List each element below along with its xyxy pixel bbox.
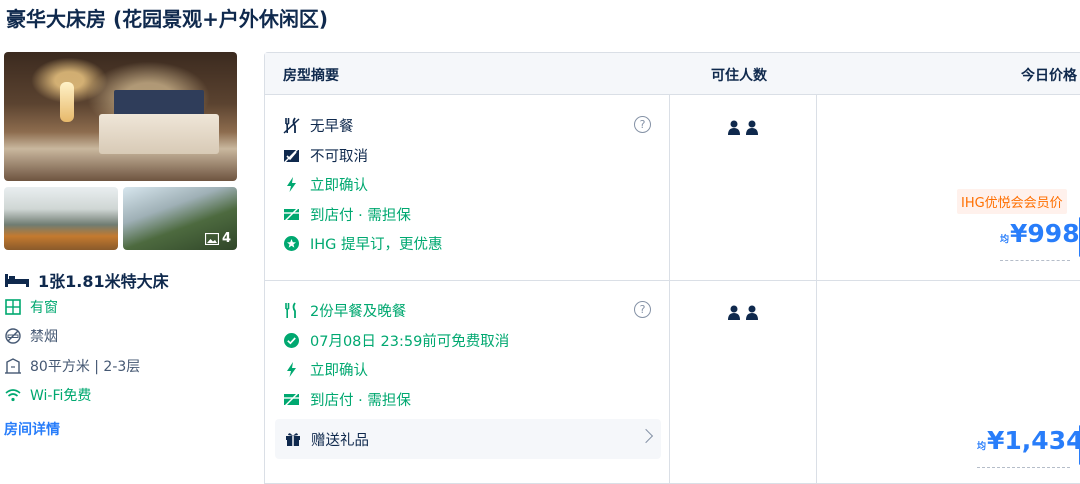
rate-item-label: 07月08日 23:59前可免费取消 (310, 334, 510, 350)
pay-at-hotel-icon (284, 392, 299, 407)
rate-item-label: 无早餐 (310, 119, 354, 135)
rate-item-label: 到店付 · 需担保 (310, 208, 411, 224)
room-details-link[interactable]: 房间详情 (4, 419, 60, 439)
rate-item-confirm: 立即确认 (283, 174, 368, 195)
price-prefix: 均 (977, 442, 987, 452)
photo-bed (99, 114, 219, 154)
table-header: 房型摘要 可住人数 今日价格 (265, 53, 1080, 95)
header-price: 今日价格 (1021, 68, 1077, 84)
check-circle-icon (284, 333, 299, 348)
feature-label: Wi-Fi免费 (30, 388, 92, 404)
gift-row[interactable]: 赠送礼品 (275, 419, 661, 459)
rate-item-label: 2份早餐及晚餐 (310, 304, 407, 320)
lightning-icon (287, 362, 296, 377)
rate-item-breakfast: 无早餐 (283, 115, 354, 136)
window-icon (5, 299, 21, 315)
bed-info: 1张1.81米特大床 (4, 268, 169, 292)
person-icon (728, 120, 740, 135)
room-photo-thumb-1[interactable] (4, 187, 118, 250)
feature-window: 有窗 (4, 297, 58, 317)
rate-item-label: 立即确认 (310, 363, 368, 379)
rate-item-promo: IHG 提早订，更优惠 (283, 233, 443, 254)
rate-item-label: 立即确认 (310, 178, 368, 194)
header-occupancy: 可住人数 (711, 68, 767, 84)
guest-capacity (727, 305, 759, 321)
rate-item-payment: 到店付 · 需担保 (283, 204, 411, 225)
person-icon (746, 305, 758, 320)
rate-item-label: 不可取消 (310, 149, 368, 165)
area-icon (5, 358, 21, 374)
rate-table: 房型摘要 可住人数 今日价格 无早餐 ? 不可取消 立即确认 到店付 · 需担保… (264, 52, 1080, 484)
feature-label: 禁烟 (30, 329, 58, 345)
guest-capacity (727, 120, 759, 136)
no-breakfast-icon (283, 117, 300, 134)
price-underline (977, 467, 1070, 468)
column-divider (669, 95, 670, 483)
rate-item-cancel: 07月08日 23:59前可免费取消 (283, 330, 509, 351)
price-prefix: 均 (1000, 235, 1010, 245)
feature-label: 80平方米 | 2-3层 (30, 359, 141, 375)
member-price-badge: IHG优悦会会员价 (957, 189, 1067, 214)
rate-item-label: 到店付 · 需担保 (310, 393, 411, 409)
photo-count-badge[interactable]: 4 (204, 231, 231, 246)
rate-item-breakfast: 2份早餐及晚餐 (283, 300, 406, 321)
price-amount: ¥1,434 (987, 426, 1080, 455)
rate-item-label: IHG 提早订，更优惠 (310, 237, 443, 253)
rate-item-cancel: 不可取消 (283, 145, 368, 166)
wifi-icon (5, 389, 21, 402)
price-underline (1000, 260, 1070, 261)
breakfast-icon (285, 302, 296, 318)
help-icon[interactable]: ? (634, 116, 651, 133)
bed-label: 1张1.81米特大床 (38, 272, 169, 291)
room-main-photo[interactable] (4, 52, 237, 181)
header-summary: 房型摘要 (283, 68, 339, 84)
price-row-1[interactable]: 均 ¥998 (1000, 219, 1080, 248)
photo-lamp (60, 82, 74, 122)
person-icon (728, 305, 740, 320)
lightning-icon (287, 177, 296, 192)
feature-wifi: Wi-Fi免费 (4, 385, 91, 405)
price-row-2[interactable]: 均 ¥1,434 (977, 426, 1080, 455)
room-title: 豪华大床房 (花园景观+户外休闲区) (6, 7, 329, 31)
star-badge-icon (284, 236, 299, 251)
column-divider (816, 95, 817, 483)
rate-item-confirm: 立即确认 (283, 359, 368, 380)
help-icon[interactable]: ? (634, 301, 651, 318)
no-smoking-icon (5, 328, 21, 344)
image-icon (204, 232, 219, 245)
bed-icon (5, 274, 29, 287)
gift-icon (286, 433, 300, 446)
rate-item-payment: 到店付 · 需担保 (283, 389, 411, 410)
pay-at-hotel-icon (284, 207, 299, 222)
price-amount: ¥998 (1010, 219, 1080, 248)
feature-no-smoking: 禁烟 (4, 326, 58, 346)
room-photo-thumb-2[interactable]: 4 (123, 187, 237, 250)
row-divider (265, 280, 1080, 281)
photo-count: 4 (221, 231, 231, 246)
feature-area: 80平方米 | 2-3层 (4, 356, 140, 376)
chevron-right-icon (638, 428, 654, 444)
feature-label: 有窗 (30, 300, 58, 316)
person-icon (746, 120, 758, 135)
no-cancel-icon (283, 147, 300, 164)
gift-label: 赠送礼品 (311, 432, 369, 449)
